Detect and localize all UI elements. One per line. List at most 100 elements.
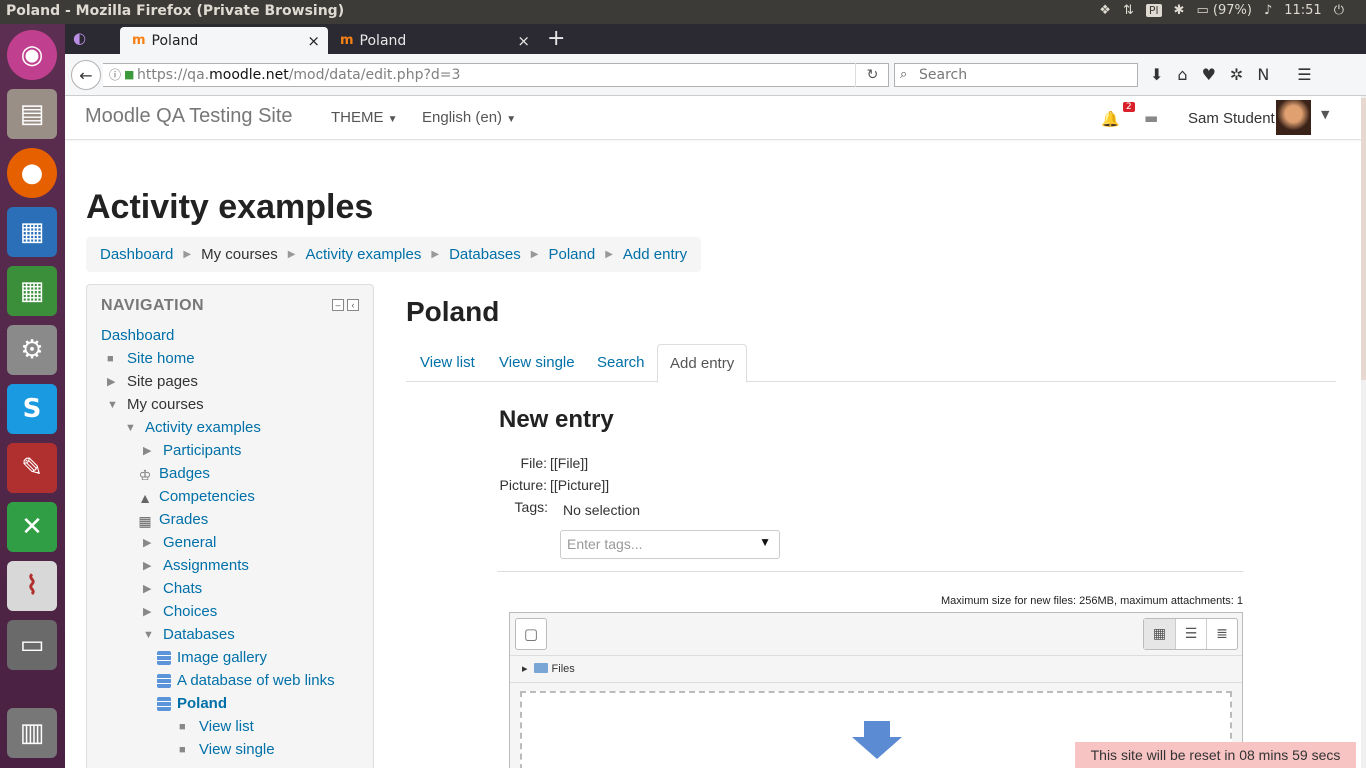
system-tray: ❖ ⇅ Pl ✱ ▭ (97%) ♪ 11:51 ⏻ <box>1099 3 1344 18</box>
info-icon[interactable]: ⓘ <box>109 64 121 86</box>
expand-folder-icon[interactable]: ▸ <box>522 663 528 675</box>
moodle-favicon-icon: m <box>340 33 354 48</box>
reload-button[interactable]: ↻ <box>855 63 889 87</box>
remote-desktop-icon[interactable]: ▭ <box>7 620 57 670</box>
ubuntu-dash-icon[interactable]: ◉ <box>7 30 57 80</box>
moodle-page: Moodle QA Testing Site THEME ▼ English (… <box>65 96 1361 768</box>
nav-item-web-links-database[interactable]: A database of web links <box>157 672 335 689</box>
tree-view-icon[interactable]: ≣ <box>1206 619 1237 649</box>
nav-item-site-home[interactable]: ■ Site home <box>107 350 195 367</box>
clock[interactable]: 11:51 <box>1284 3 1321 18</box>
theme-menu[interactable]: THEME ▼ <box>331 109 398 126</box>
tab-view-list[interactable]: View list <box>408 344 487 382</box>
dropbox-icon[interactable]: ❖ <box>1099 3 1111 18</box>
browser-tab-bar: ◐ m Poland × m Poland × + <box>65 24 1366 54</box>
tab-add-entry[interactable]: Add entry <box>657 344 748 383</box>
tags-input[interactable]: Enter tags... ▼ <box>560 530 780 559</box>
nav-item-chats[interactable]: ▶ Chats <box>143 580 202 597</box>
nav-item-poland[interactable]: Poland <box>157 695 227 712</box>
bullet-icon: ■ <box>179 743 186 756</box>
nav-item-view-single[interactable]: ■ View single <box>179 741 275 758</box>
list-view-icon[interactable]: ☰ <box>1175 619 1206 649</box>
grid-view-icon[interactable]: ▦ <box>1144 619 1175 649</box>
download-icon[interactable]: ⬇ <box>1150 65 1163 84</box>
nav-item-choices[interactable]: ▶ Choices <box>143 603 217 620</box>
nav-item-assignments[interactable]: ▶ Assignments <box>143 557 249 574</box>
close-tab-icon[interactable]: × <box>307 32 320 50</box>
breadcrumb: Dashboard ▶ My courses ▶ Activity exampl… <box>86 237 702 272</box>
calc-icon[interactable]: ▦ <box>7 266 57 316</box>
battery-indicator[interactable]: ▭ (97%) <box>1196 3 1251 18</box>
nav-item-my-courses[interactable]: ▼ My courses <box>107 396 204 413</box>
breadcrumb-poland[interactable]: Poland <box>548 246 595 263</box>
collapse-block-icon[interactable]: – <box>332 299 344 311</box>
notes-icon[interactable]: N <box>1257 65 1269 84</box>
close-tab-icon[interactable]: × <box>517 32 530 50</box>
browser-nav-bar: ← ⓘ ■ https://qa.moodle.net/mod/data/edi… <box>65 54 1366 96</box>
breadcrumb-add-entry[interactable]: Add entry <box>623 246 687 263</box>
bluetooth-icon[interactable]: ✱ <box>1174 3 1185 18</box>
nav-item-grades[interactable]: ▦ Grades <box>137 511 208 529</box>
breadcrumb-databases[interactable]: Databases <box>449 246 521 263</box>
folder-icon <box>533 663 548 673</box>
messages-icon[interactable]: ▬ <box>1144 109 1158 127</box>
language-menu[interactable]: English (en) ▼ <box>422 109 516 126</box>
url-bar[interactable]: ⓘ ■ https://qa.moodle.net/mod/data/edit.… <box>103 63 889 87</box>
power-icon[interactable]: ⏻ <box>1334 3 1344 18</box>
breadcrumb-activity-examples[interactable]: Activity examples <box>305 246 421 263</box>
files-icon[interactable]: ▤ <box>7 89 57 139</box>
nav-item-general[interactable]: ▶ General <box>143 534 216 551</box>
nav-item-dashboard[interactable]: Dashboard <box>101 327 174 344</box>
nav-item-badges[interactable]: ♔ Badges <box>137 465 210 483</box>
avatar[interactable] <box>1276 100 1311 135</box>
database-icon <box>157 673 171 688</box>
nav-item-competencies[interactable]: ▲ Competencies <box>137 488 255 506</box>
nav-item-participants[interactable]: ▶ Participants <box>143 442 241 459</box>
extension-icon[interactable]: ✲ <box>1230 65 1243 84</box>
page-scrollbar-thumb[interactable] <box>1361 98 1366 380</box>
volume-icon[interactable]: ♪ <box>1264 3 1272 18</box>
breadcrumb-dashboard[interactable]: Dashboard <box>100 246 173 263</box>
nav-item-view-list[interactable]: ■ View list <box>179 718 254 735</box>
settings-icon[interactable]: ⚙ <box>7 325 57 375</box>
nav-item-image-gallery[interactable]: Image gallery <box>157 649 267 666</box>
firefox-icon[interactable]: ● <box>7 148 57 198</box>
tab-view-single[interactable]: View single <box>487 344 587 382</box>
xmind-icon[interactable]: ✕ <box>7 502 57 552</box>
site-brand[interactable]: Moodle QA Testing Site <box>85 105 293 128</box>
file-path-bar: ▸ Files <box>510 655 1242 683</box>
nav-item-activity-examples[interactable]: ▼ Activity examples <box>125 419 261 436</box>
user-name[interactable]: Sam Student <box>1188 110 1275 127</box>
lock-icon[interactable]: ■ <box>124 64 134 86</box>
folder-label[interactable]: Files <box>552 663 575 675</box>
network-icon[interactable]: ⇅ <box>1123 3 1134 18</box>
add-file-button[interactable]: ▢ <box>515 618 547 650</box>
tab-poland-active[interactable]: m Poland × <box>120 27 328 54</box>
writer-icon[interactable]: ▦ <box>7 207 57 257</box>
tab-poland[interactable]: m Poland × <box>328 27 538 54</box>
search-icon: ⌕ <box>900 67 908 82</box>
nav-item-site-pages[interactable]: ▶ Site pages <box>107 373 198 390</box>
pocket-icon[interactable]: ♥ <box>1202 65 1216 84</box>
keyboard-layout[interactable]: Pl <box>1145 4 1162 17</box>
tab-search[interactable]: Search <box>585 344 657 382</box>
dropdown-arrow-icon[interactable]: ▼ <box>759 535 771 549</box>
home-icon[interactable]: ⌂ <box>1177 65 1187 84</box>
navigation-heading: NAVIGATION <box>101 297 205 314</box>
paint-icon[interactable]: ✎ <box>7 443 57 493</box>
battery-icon: ▭ <box>1196 3 1209 18</box>
notification-count-badge: 2 <box>1123 102 1135 112</box>
dock-block-icon[interactable]: ‹ <box>347 299 359 311</box>
menu-icon[interactable]: ☰ <box>1297 65 1311 84</box>
user-menu-chevron-icon[interactable]: ▼ <box>1321 108 1329 121</box>
search-input[interactable]: ⌕ Search <box>894 63 1138 87</box>
nav-item-databases[interactable]: ▼ Databases <box>143 626 235 643</box>
breadcrumb-separator-icon: ▶ <box>431 249 440 260</box>
back-button[interactable]: ← <box>71 60 101 90</box>
skype-icon[interactable]: S <box>7 384 57 434</box>
trash-icon[interactable]: ▥ <box>7 708 57 758</box>
bell-icon[interactable]: 🔔 <box>1101 110 1120 128</box>
reader-icon[interactable]: ⌇ <box>7 561 57 611</box>
form-divider <box>497 571 1243 572</box>
new-tab-button[interactable]: + <box>547 26 565 51</box>
